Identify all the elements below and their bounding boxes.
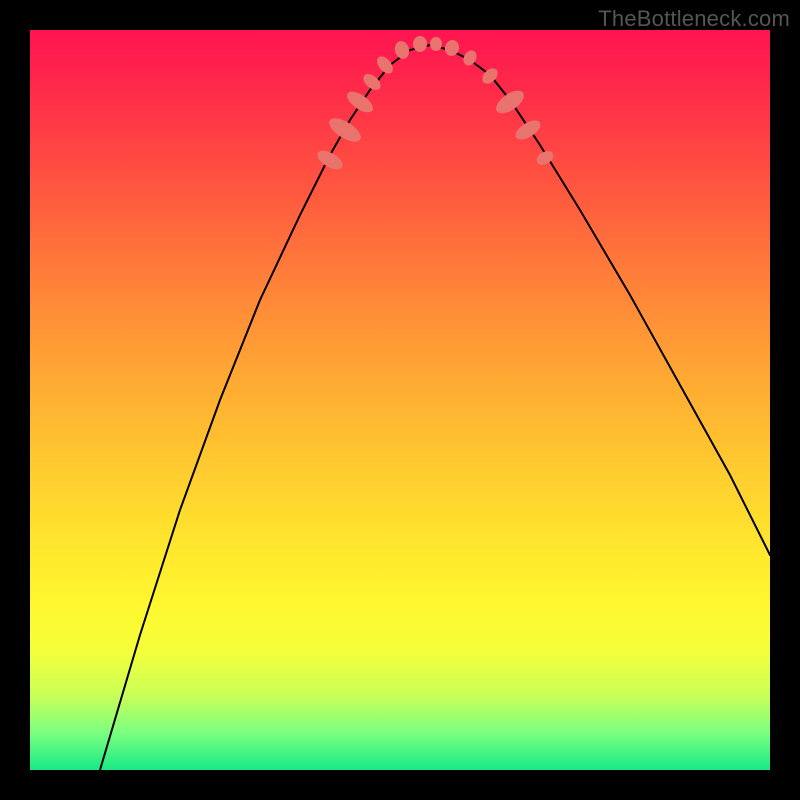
bead-group	[314, 36, 555, 173]
bead-marker	[512, 117, 543, 144]
bead-marker	[314, 147, 345, 173]
bead-marker	[344, 88, 377, 117]
bottleneck-curve-path	[100, 45, 770, 770]
bead-marker	[413, 36, 427, 52]
bottleneck-chart	[30, 30, 770, 770]
bead-marker	[360, 71, 383, 93]
bead-marker	[430, 37, 442, 51]
bead-marker	[325, 114, 364, 147]
bead-marker	[393, 39, 411, 60]
bead-marker	[374, 53, 396, 76]
watermark-text: TheBottleneck.com	[598, 6, 790, 32]
bead-marker	[492, 86, 527, 117]
